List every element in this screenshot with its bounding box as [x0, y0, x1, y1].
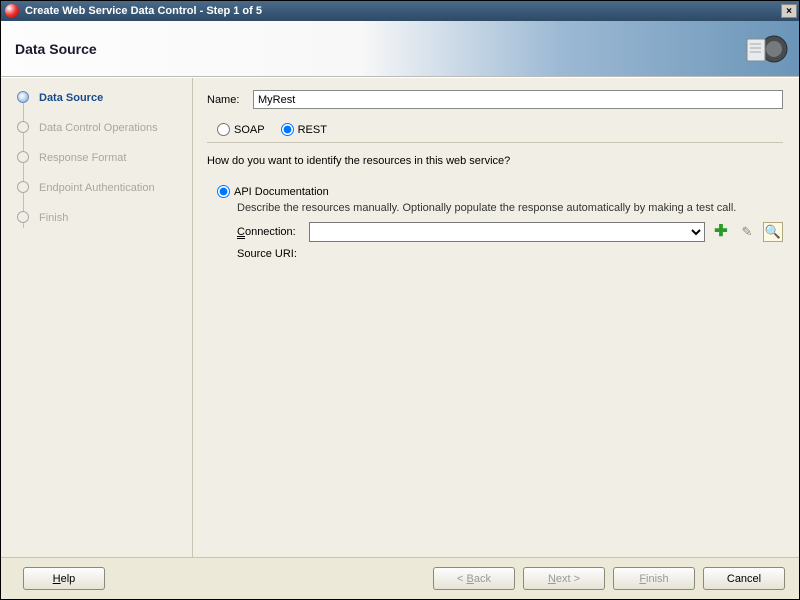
header-banner: Data Source	[1, 21, 799, 77]
name-label: Name:	[207, 94, 253, 106]
api-doc-option: API Documentation Describe the resources…	[207, 185, 783, 260]
step-finish[interactable]: Finish	[17, 208, 184, 238]
magnifier-icon: 🔍	[765, 224, 781, 240]
step-label: Data Control Operations	[39, 122, 158, 134]
finish-button[interactable]: Finish	[613, 567, 695, 590]
wizard-steps-sidebar: Data Source Data Control Operations Resp…	[1, 78, 193, 557]
connection-row: Connection: ✚ ✎ 🔍	[217, 222, 783, 242]
main-panel: Name: SOAP REST How do you want to ident…	[193, 78, 799, 557]
api-doc-label: API Documentation	[234, 186, 329, 198]
step-label: Endpoint Authentication	[39, 182, 155, 194]
soap-label: SOAP	[234, 124, 265, 136]
edit-connection-button[interactable]: ✎	[737, 222, 757, 242]
help-button[interactable]: Help	[23, 567, 105, 590]
source-uri-label: Source URI:	[237, 248, 303, 260]
step-node-icon	[17, 91, 29, 103]
soap-radio[interactable]	[217, 123, 230, 136]
titlebar: Create Web Service Data Control - Step 1…	[1, 1, 799, 21]
step-response-format[interactable]: Response Format	[17, 148, 184, 178]
protocol-rest[interactable]: REST	[281, 123, 327, 136]
step-node-icon	[17, 151, 29, 163]
window-title: Create Web Service Data Control - Step 1…	[25, 5, 781, 17]
page-title: Data Source	[15, 41, 97, 57]
step-label: Finish	[39, 212, 68, 224]
close-icon: ×	[786, 6, 792, 17]
back-button[interactable]: < Back	[433, 567, 515, 590]
protocol-row: SOAP REST	[207, 123, 783, 143]
pencil-icon: ✎	[742, 224, 753, 240]
body-area: Data Source Data Control Operations Resp…	[1, 77, 799, 557]
step-data-control-operations[interactable]: Data Control Operations	[17, 118, 184, 148]
cancel-button[interactable]: Cancel	[703, 567, 785, 590]
name-row: Name:	[207, 90, 783, 109]
connection-label: Connection:	[237, 226, 303, 238]
header-graphic	[739, 29, 789, 69]
rest-label: REST	[298, 124, 327, 136]
step-endpoint-authentication[interactable]: Endpoint Authentication	[17, 178, 184, 208]
step-label: Response Format	[39, 152, 126, 164]
add-connection-button[interactable]: ✚	[711, 222, 731, 242]
step-label: Data Source	[39, 92, 103, 104]
api-doc-description: Describe the resources manually. Optiona…	[217, 202, 783, 214]
connection-select[interactable]	[309, 222, 705, 242]
protocol-soap[interactable]: SOAP	[217, 123, 265, 136]
rest-radio[interactable]	[281, 123, 294, 136]
plus-icon: ✚	[714, 224, 727, 240]
step-node-icon	[17, 121, 29, 133]
close-button[interactable]: ×	[781, 4, 797, 18]
resource-question: How do you want to identify the resource…	[207, 155, 783, 167]
source-uri-row: Source URI:	[217, 248, 783, 260]
footer: Help < Back Next > Finish Cancel	[1, 557, 799, 599]
browse-connection-button[interactable]: 🔍	[763, 222, 783, 242]
step-node-icon	[17, 211, 29, 223]
name-input[interactable]	[253, 90, 783, 109]
api-doc-radio[interactable]	[217, 185, 230, 198]
step-data-source[interactable]: Data Source	[17, 88, 184, 118]
next-button[interactable]: Next >	[523, 567, 605, 590]
app-icon	[5, 4, 19, 18]
step-node-icon	[17, 181, 29, 193]
